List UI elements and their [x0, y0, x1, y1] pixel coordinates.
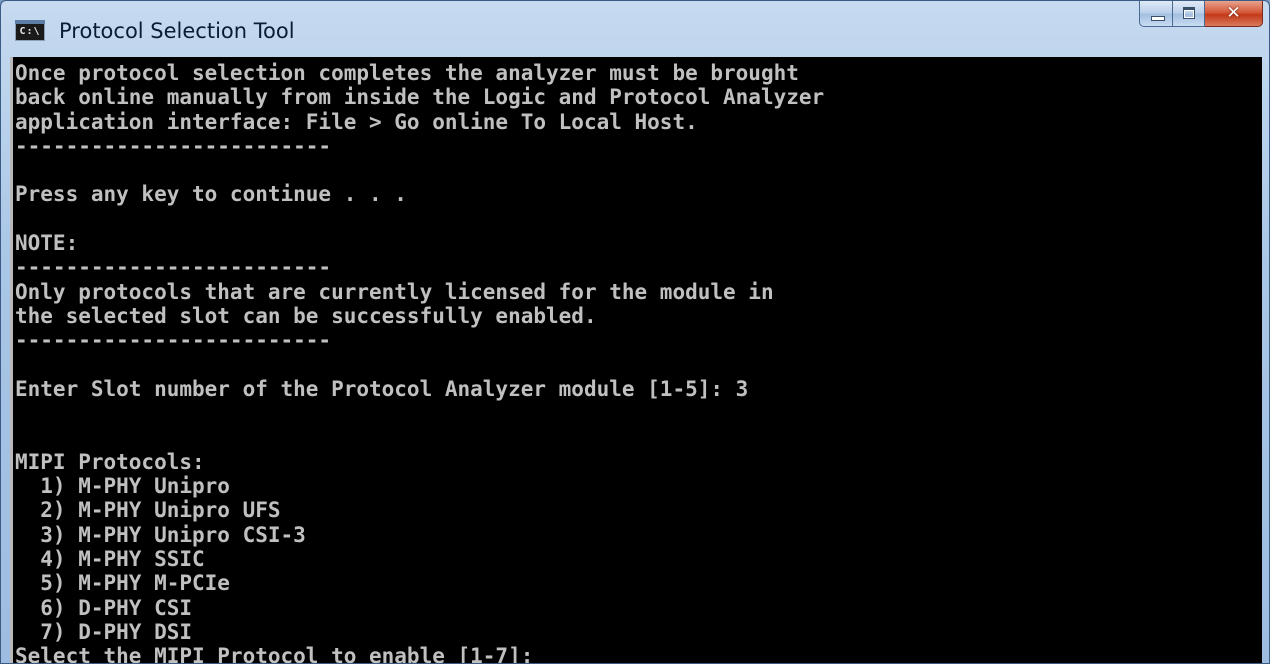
console-app-icon[interactable]: C:\	[15, 20, 45, 41]
maximize-icon	[1183, 7, 1195, 19]
protocol-option: 1) M-PHY Unipro	[15, 474, 230, 499]
protocol-option: 5) M-PHY M-PCIe	[15, 571, 230, 596]
console-separator: -------------------------	[15, 328, 332, 353]
window-title: Protocol Selection Tool	[59, 19, 295, 43]
caption-buttons: ✕	[1139, 1, 1263, 27]
console-line: Only protocols that are currently licens…	[15, 279, 774, 304]
close-button[interactable]: ✕	[1205, 1, 1263, 27]
console-line: application interface: File > Go online …	[15, 109, 698, 134]
protocol-option: 3) M-PHY Unipro CSI-3	[15, 522, 306, 547]
console-window: C:\ Protocol Selection Tool ✕ Once proto…	[0, 0, 1270, 664]
mipi-protocols-heading: MIPI Protocols:	[15, 449, 205, 474]
console-text: Once protocol selection completes the an…	[15, 61, 825, 663]
console-separator: -------------------------	[15, 133, 332, 158]
minimize-icon	[1151, 16, 1165, 21]
close-icon: ✕	[1226, 3, 1241, 23]
note-heading: NOTE:	[15, 231, 79, 256]
slot-number-prompt: Enter Slot number of the Protocol Analyz…	[15, 376, 749, 401]
press-key-prompt: Press any key to continue . . .	[15, 182, 407, 207]
title-bar[interactable]: C:\ Protocol Selection Tool ✕	[1, 1, 1269, 57]
protocol-option: 2) M-PHY Unipro UFS	[15, 498, 281, 523]
maximize-button[interactable]	[1173, 1, 1205, 27]
console-separator: -------------------------	[15, 255, 332, 280]
protocol-option: 4) M-PHY SSIC	[15, 546, 205, 571]
console-line: back online manually from inside the Log…	[15, 85, 825, 110]
protocol-option: 6) D-PHY CSI	[15, 595, 193, 620]
console-line: Once protocol selection completes the an…	[15, 61, 799, 85]
console-scroll-edge	[10, 57, 13, 663]
console-output-area[interactable]: Once protocol selection completes the an…	[10, 57, 1262, 663]
console-line: the selected slot can be successfully en…	[15, 303, 597, 328]
protocol-option: 7) D-PHY DSI	[15, 619, 193, 644]
minimize-button[interactable]	[1139, 1, 1173, 27]
protocol-selection-prompt[interactable]: Select the MIPI Protocol to enable [1-7]…	[15, 644, 824, 663]
